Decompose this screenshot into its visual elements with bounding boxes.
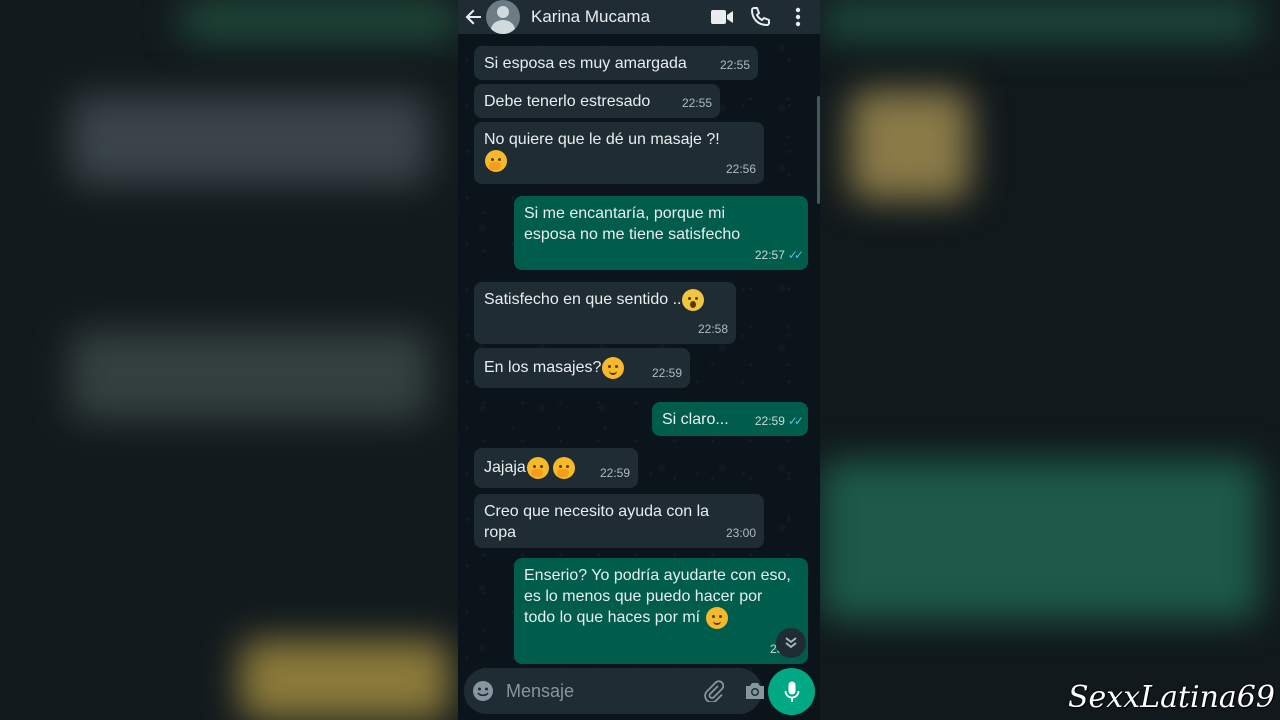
message-incoming[interactable]: Debe tenerlo estresado 22:55 — [474, 84, 720, 118]
message-time-status: 22:59 ✓✓ — [754, 411, 804, 432]
message-text-row: Satisfecho en que sentido .. — [484, 289, 726, 311]
message-text: Si esposa es muy amargada — [484, 55, 687, 72]
message-incoming[interactable]: No quiere que le dé un masaje ?! 22:56 — [474, 122, 764, 184]
message-outgoing[interactable]: Enserio? Yo podría ayudarte con eso, es … — [514, 558, 808, 664]
read-ticks-icon: ✓✓ — [787, 248, 804, 262]
smirk-emoji-icon — [705, 607, 728, 629]
message-input[interactable] — [504, 679, 668, 703]
message-list: Si esposa es muy amargada 22:55 Debe ten… — [458, 34, 820, 664]
avatar[interactable] — [486, 0, 520, 34]
message-text: Debe tenerlo estresado — [484, 93, 651, 110]
message-time: 22:59 — [754, 414, 785, 428]
message-time: 22:58 — [697, 322, 728, 336]
back-arrow-icon[interactable] — [464, 7, 484, 27]
message-text: Satisfecho en que sentido .. — [484, 291, 682, 309]
blurred-background-left — [0, 0, 458, 720]
message-time: 22:56 — [725, 162, 756, 176]
message-time: 23:00 — [725, 526, 756, 540]
message-time: 22:55 — [719, 58, 750, 72]
message-text: Jajaja — [484, 459, 526, 477]
mic-icon — [784, 681, 799, 702]
smirk-emoji-icon — [602, 357, 625, 379]
message-time-status: 22:57 ✓✓ — [754, 245, 804, 266]
video-call-icon[interactable] — [710, 5, 734, 29]
message-text-row: Enserio? Yo podría ayudarte con eso, es … — [524, 565, 796, 629]
contact-name[interactable]: Karina Mucama — [531, 7, 710, 27]
message-time: 22:59 — [651, 366, 682, 380]
emoji-icon[interactable] — [472, 679, 494, 703]
scream-emoji-icon — [682, 289, 705, 311]
chat-scrollbar[interactable] — [817, 96, 820, 204]
camera-icon[interactable] — [744, 679, 766, 703]
blurred-background-right — [820, 0, 1280, 720]
message-time: 22:57 — [754, 248, 785, 262]
message-incoming[interactable]: Jajaja 22:59 — [474, 448, 638, 488]
chat-screen: Karina Mucama Si esposa es muy amargada … — [458, 0, 820, 720]
message-text: Enserio? Yo podría ayudarte con eso, es … — [524, 567, 791, 627]
message-text: Creo que necesito ayuda con la ropa — [484, 503, 710, 541]
phone-call-icon[interactable] — [748, 5, 772, 29]
scroll-to-bottom-button[interactable] — [776, 628, 806, 658]
message-composer — [464, 668, 764, 714]
hand-over-mouth-emoji-icon — [526, 457, 549, 479]
hand-over-mouth-emoji-icon — [552, 457, 575, 479]
message-text: Si me encantaría, porque mi esposa no me… — [524, 205, 741, 243]
message-text: En los masajes? — [484, 359, 602, 377]
message-outgoing[interactable]: Si me encantaría, porque mi esposa no me… — [514, 196, 808, 270]
double-chevron-down-icon — [785, 637, 797, 649]
message-time: 22:59 — [599, 466, 630, 480]
message-text-row: En los masajes? — [484, 357, 680, 379]
more-options-icon[interactable] — [786, 5, 810, 29]
hand-over-mouth-emoji-icon — [485, 150, 507, 172]
watermark: SexxLatina69 — [1068, 680, 1275, 715]
chat-header: Karina Mucama — [458, 0, 820, 34]
message-incoming[interactable]: Si esposa es muy amargada 22:55 — [474, 46, 758, 80]
message-text: No quiere que le dé un masaje ?! — [484, 131, 720, 148]
message-incoming[interactable]: Satisfecho en que sentido .. 22:58 — [474, 282, 736, 344]
message-time: 22:55 — [681, 96, 712, 110]
attach-icon[interactable] — [704, 679, 724, 703]
read-ticks-icon: ✓✓ — [787, 414, 804, 428]
message-incoming[interactable]: En los masajes? 22:59 — [474, 348, 690, 388]
voice-message-button[interactable] — [768, 668, 815, 715]
message-outgoing[interactable]: Si claro... 22:59 ✓✓ — [652, 402, 808, 436]
message-incoming[interactable]: Creo que necesito ayuda con la ropa 23:0… — [474, 494, 764, 548]
